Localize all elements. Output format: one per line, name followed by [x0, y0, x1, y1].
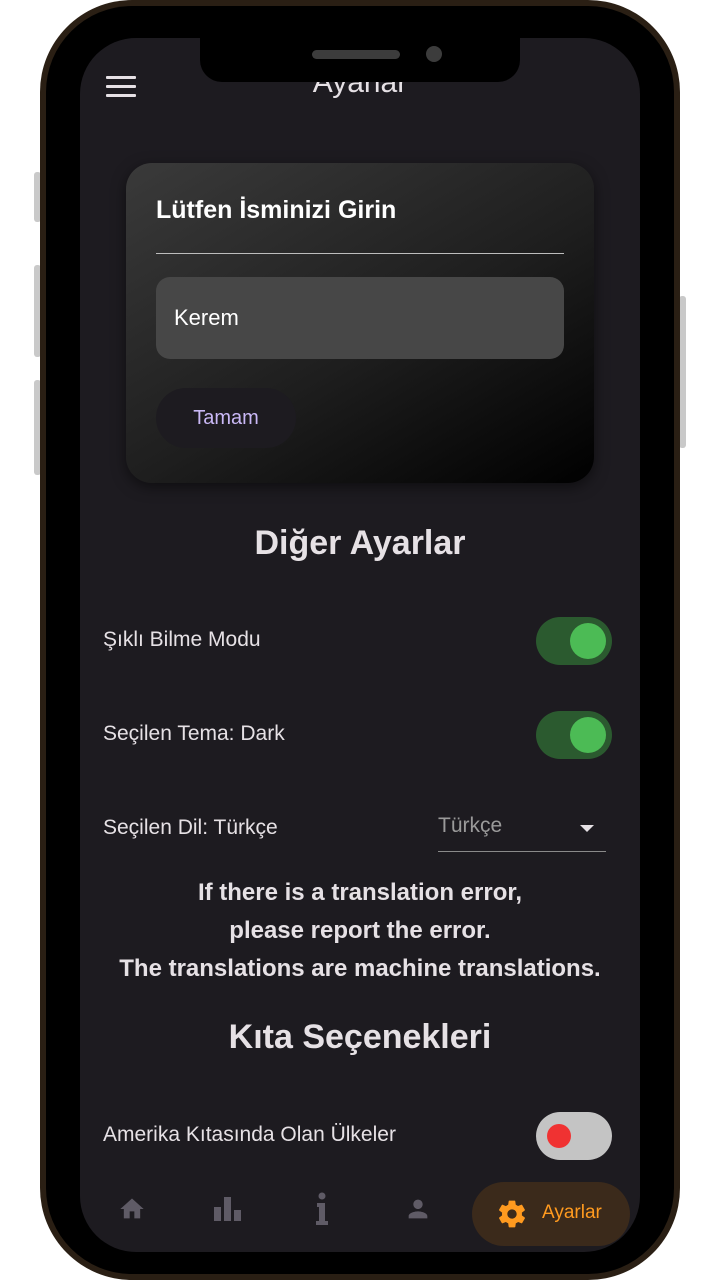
person-icon	[408, 1199, 428, 1219]
card-divider	[156, 253, 564, 254]
info-icon	[316, 1192, 328, 1225]
front-camera	[426, 46, 442, 62]
language-label: Seçilen Dil: Türkçe	[103, 816, 278, 839]
name-card-title: Lütfen İsminizi Girin	[156, 196, 397, 224]
name-input[interactable]	[156, 277, 564, 359]
switch-thumb	[570, 717, 606, 753]
america-switch[interactable]	[536, 1112, 612, 1160]
notice-line-1: If there is a translation error,	[197, 879, 523, 906]
power-button	[679, 296, 686, 448]
settings-gear-icon	[499, 1200, 525, 1228]
continents-heading: Kıta Seçenekleri	[228, 1018, 492, 1056]
theme-switch[interactable]	[536, 711, 612, 759]
language-dropdown[interactable]: Türkçe	[438, 806, 606, 852]
switch-thumb	[547, 1124, 571, 1148]
nav-home[interactable]	[108, 1176, 156, 1242]
speaker-grille	[312, 50, 400, 59]
notice-line-2: please report the error.	[229, 917, 491, 944]
notice-line-3: The translations are machine translation…	[119, 955, 601, 982]
nav-settings-label: Ayarlar	[542, 1202, 602, 1223]
bottom-navigation: Ayarlar	[80, 1176, 640, 1252]
nav-settings-active[interactable]: Ayarlar	[472, 1182, 630, 1246]
bar-chart-icon	[214, 1197, 241, 1221]
home-icon	[120, 1198, 144, 1219]
switch-thumb	[570, 623, 606, 659]
language-dropdown-value: Türkçe	[438, 814, 503, 837]
name-entry-card: Lütfen İsminizi Girin Tamam	[126, 163, 594, 483]
other-settings-heading: Diğer Ayarlar	[254, 524, 466, 562]
choice-mode-label: Şıklı Bilme Modu	[103, 628, 261, 651]
app-screen: Ayarlar Lütfen İsminizi Girin Tamam Diğe…	[80, 38, 640, 1252]
america-label: Amerika Kıtasında Olan Ülkeler	[103, 1123, 396, 1146]
choice-mode-switch[interactable]	[536, 617, 612, 665]
nav-statistics[interactable]	[204, 1176, 252, 1242]
translation-notice: If there is a translation error, please …	[80, 874, 640, 988]
theme-label: Seçilen Tema: Dark	[103, 722, 285, 745]
ok-button[interactable]: Tamam	[156, 388, 296, 448]
nav-info[interactable]	[298, 1176, 346, 1242]
page: Ayarlar Lütfen İsminizi Girin Tamam Diğe…	[0, 0, 720, 1280]
dropdown-arrow-icon	[580, 825, 594, 832]
phone-notch	[200, 38, 520, 82]
nav-profile[interactable]	[394, 1176, 442, 1242]
